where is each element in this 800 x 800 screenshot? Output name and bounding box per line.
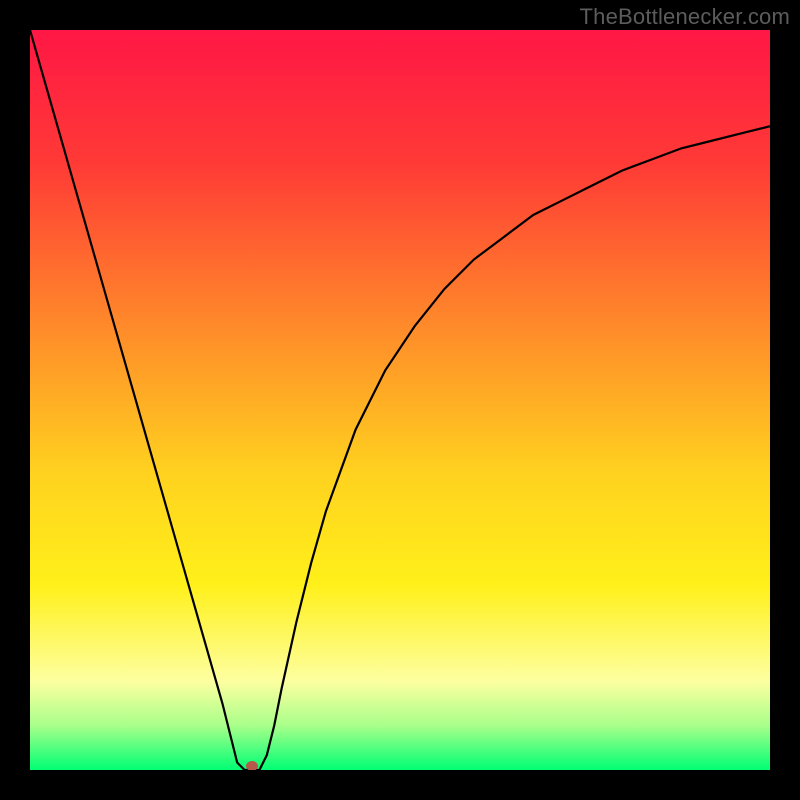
plot-background (30, 30, 770, 770)
chart-frame: TheBottlenecker.com (0, 0, 800, 800)
watermark-text: TheBottlenecker.com (580, 4, 790, 30)
chart-plot (30, 30, 770, 770)
